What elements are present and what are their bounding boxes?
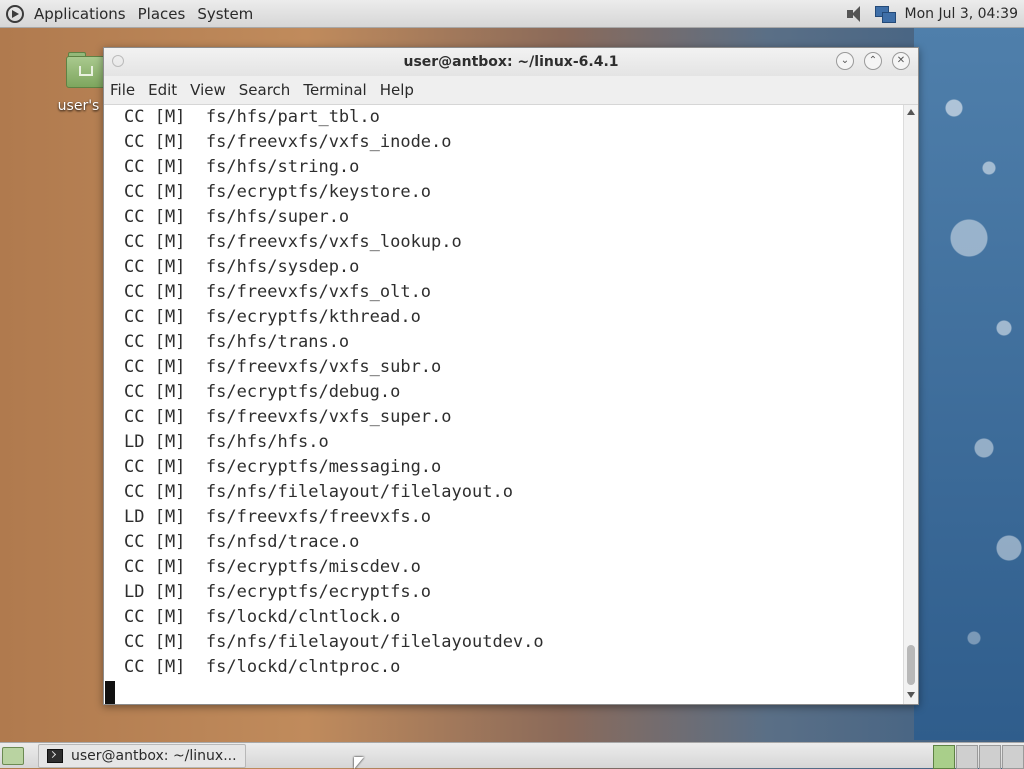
terminal-line: CC [M] fs/freevxfs/vxfs_inode.o [124, 132, 452, 152]
terminal-icon [47, 748, 63, 763]
top-menu: Applications Places System [0, 0, 259, 28]
network-icon[interactable] [874, 5, 896, 23]
terminal-line: CC [M] fs/lockd/clntlock.o [124, 607, 401, 627]
workspace-1[interactable] [933, 745, 955, 769]
menubar: File Edit View Search Terminal Help [104, 76, 918, 105]
scroll-up-icon[interactable] [907, 109, 915, 115]
top-panel: Applications Places System Mon Jul 3, 04… [0, 0, 1024, 28]
terminal-scrollbar[interactable] [903, 105, 918, 704]
close-button[interactable]: ✕ [892, 52, 910, 70]
terminal-output[interactable]: CC [M] fs/hfs/part_tbl.o CC [M] fs/freev… [104, 105, 903, 704]
volume-icon[interactable] [846, 5, 865, 22]
terminal-line: CC [M] fs/freevxfs/vxfs_lookup.o [124, 232, 462, 252]
menu-terminal[interactable]: Terminal [297, 81, 373, 99]
window-title: user@antbox: ~/linux-6.4.1 [403, 54, 619, 70]
terminal-window: user@antbox: ~/linux-6.4.1 ⌄ ⌃ ✕ File Ed… [103, 47, 919, 705]
bottom-panel: user@antbox: ~/linux... [0, 742, 1024, 769]
terminal-line: CC [M] fs/ecryptfs/kthread.o [124, 307, 421, 327]
terminal-line: LD [M] fs/freevxfs/freevxfs.o [124, 507, 432, 527]
terminal-line: CC [M] fs/hfs/string.o [124, 157, 360, 177]
terminal-line: CC [M] fs/hfs/super.o [124, 207, 350, 227]
workspace-3[interactable] [979, 745, 1001, 769]
scrollbar-thumb[interactable] [907, 645, 915, 685]
wallpaper-bubbles [914, 28, 1024, 740]
window-titlebar[interactable]: user@antbox: ~/linux-6.4.1 ⌄ ⌃ ✕ [104, 48, 918, 76]
show-desktop-button[interactable] [2, 746, 24, 765]
menu-file[interactable]: File [104, 81, 142, 99]
system-tray: Mon Jul 3, 04:39 [846, 5, 1024, 23]
clock[interactable]: Mon Jul 3, 04:39 [905, 6, 1018, 22]
terminal-line: LD [M] fs/ecryptfs/ecryptfs.o [124, 582, 432, 602]
terminal-cursor [105, 681, 115, 704]
maximize-button[interactable]: ⌃ [864, 52, 882, 70]
menu-help[interactable]: Help [374, 81, 421, 99]
minimize-button[interactable]: ⌄ [836, 52, 854, 70]
places-menu[interactable]: Places [132, 5, 192, 23]
applications-menu[interactable]: Applications [28, 5, 132, 23]
terminal-line: LD [M] fs/hfs/hfs.o [124, 432, 329, 452]
system-menu[interactable]: System [191, 5, 259, 23]
menu-edit[interactable]: Edit [142, 81, 184, 99]
menu-view[interactable]: View [184, 81, 233, 99]
mouse-pointer-icon [354, 757, 364, 769]
scroll-down-icon[interactable] [907, 692, 915, 698]
terminal-line: CC [M] fs/hfs/sysdep.o [124, 257, 360, 277]
terminal-line: CC [M] fs/ecryptfs/messaging.o [124, 457, 442, 477]
taskbar-button-terminal[interactable]: user@antbox: ~/linux... [38, 743, 246, 768]
terminal-line: CC [M] fs/ecryptfs/miscdev.o [124, 557, 421, 577]
terminal-line: CC [M] fs/nfsd/trace.o [124, 532, 360, 552]
menu-search[interactable]: Search [233, 81, 298, 99]
terminal-line: CC [M] fs/ecryptfs/keystore.o [124, 182, 432, 202]
terminal-line: CC [M] fs/freevxfs/vxfs_olt.o [124, 282, 432, 302]
terminal-line: CC [M] fs/freevxfs/vxfs_super.o [124, 407, 452, 427]
workspace-switcher [932, 745, 1024, 769]
terminal-line: CC [M] fs/lockd/clntproc.o [124, 657, 401, 677]
workspace-4[interactable] [1002, 745, 1024, 769]
terminal-line: CC [M] fs/ecryptfs/debug.o [124, 382, 401, 402]
terminal-line: CC [M] fs/hfs/trans.o [124, 332, 350, 352]
terminal-line: CC [M] fs/freevxfs/vxfs_subr.o [124, 357, 442, 377]
window-buttons: ⌄ ⌃ ✕ [836, 52, 910, 70]
terminal-line: CC [M] fs/nfs/filelayout/filelayoutdev.o [124, 632, 544, 652]
terminal-line: CC [M] fs/nfs/filelayout/filelayout.o [124, 482, 513, 502]
workspace-2[interactable] [956, 745, 978, 769]
taskbar-label: user@antbox: ~/linux... [71, 747, 237, 764]
distro-logo-icon[interactable] [6, 4, 24, 23]
terminal-line: CC [M] fs/hfs/part_tbl.o [124, 107, 380, 127]
home-folder-icon [66, 50, 108, 88]
